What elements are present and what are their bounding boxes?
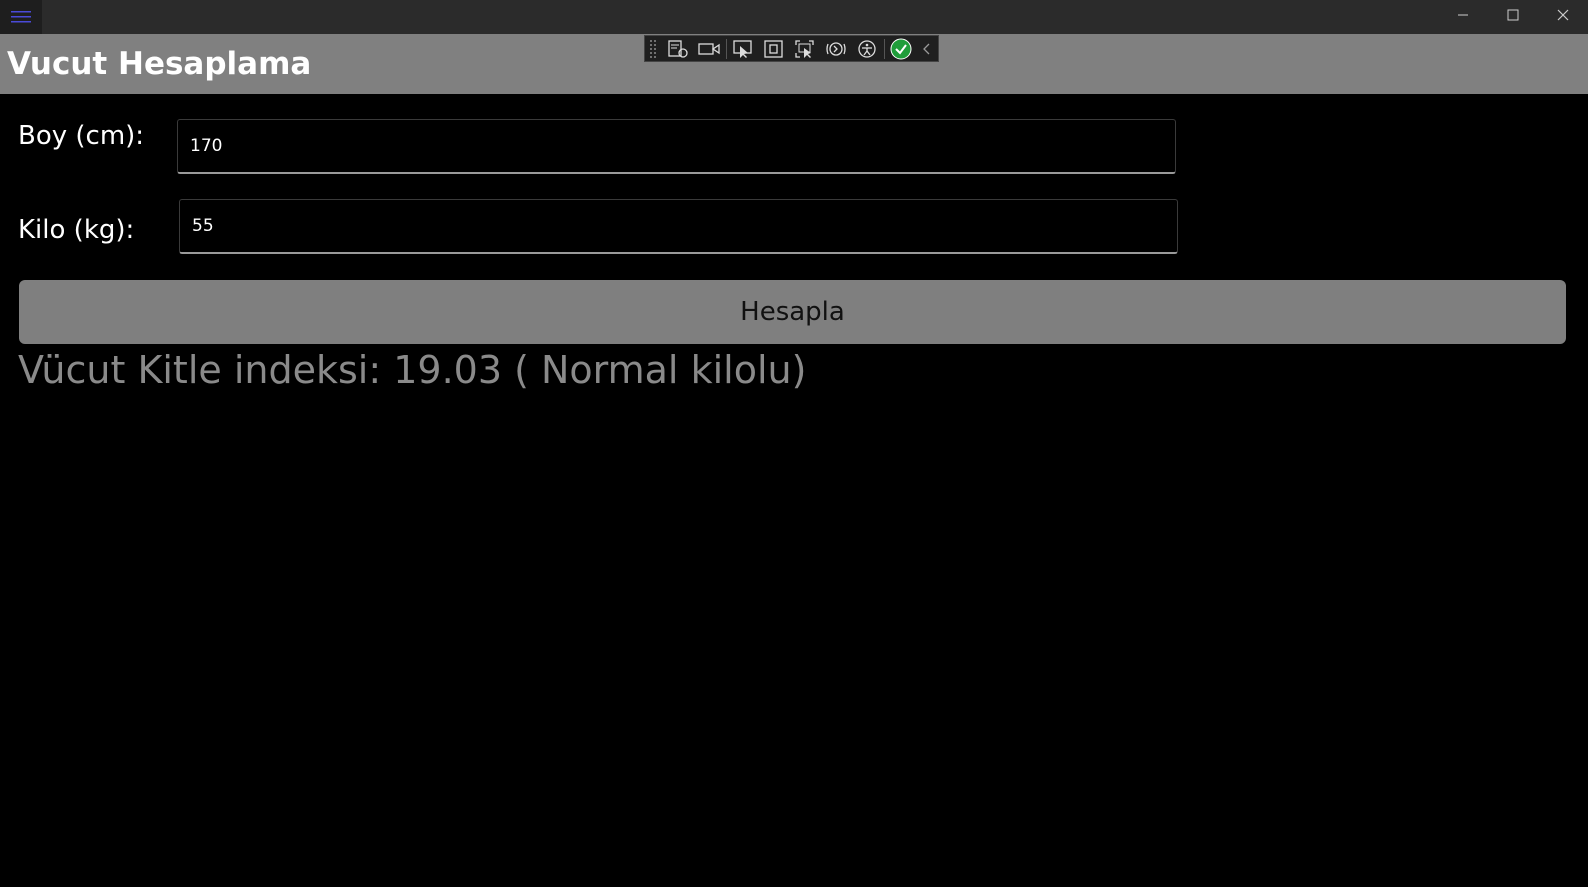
close-button[interactable]: [1538, 0, 1588, 30]
page-title: Vucut Hesaplama: [7, 46, 312, 82]
height-input[interactable]: [177, 119, 1176, 174]
calculate-button[interactable]: Hesapla: [19, 280, 1566, 344]
collapse-toolbar-button[interactable]: [917, 36, 938, 61]
weight-label: Kilo (kg):: [18, 215, 135, 245]
accessibility-icon: [858, 39, 876, 58]
weight-input[interactable]: [179, 199, 1178, 254]
select-element-button[interactable]: [728, 36, 759, 61]
live-visual-tree-button[interactable]: [663, 36, 694, 61]
toolbar-separator: [725, 38, 727, 59]
status-ok-button[interactable]: [886, 36, 917, 61]
window-controls: [1438, 0, 1588, 34]
toolbar-grip-handle[interactable]: [649, 38, 657, 59]
track-focus-icon: [795, 39, 814, 58]
maximize-button[interactable]: [1488, 0, 1538, 30]
select-element-icon: [733, 39, 752, 58]
hamburger-icon: [11, 11, 31, 23]
accessibility-button[interactable]: [852, 36, 883, 61]
display-layout-adorners-icon: [764, 39, 783, 58]
display-layout-adorners-button[interactable]: [759, 36, 790, 61]
live-visual-tree-icon: [668, 39, 688, 58]
collapse-toolbar-icon: [923, 43, 930, 54]
toolbar-separator: [883, 38, 885, 59]
minimize-icon: [1458, 14, 1468, 16]
minimize-button[interactable]: [1438, 0, 1488, 30]
height-label: Boy (cm):: [18, 121, 145, 151]
window-title-bar: [0, 0, 1588, 34]
hot-reload-button[interactable]: [821, 36, 852, 61]
close-icon: [1557, 9, 1569, 21]
hot-reload-icon: [826, 41, 846, 56]
hamburger-menu-button[interactable]: [0, 0, 42, 34]
status-ok-icon: [890, 38, 912, 59]
record-icon: [698, 42, 720, 55]
debug-toolbar: [644, 35, 939, 62]
maximize-icon: [1507, 9, 1519, 21]
bmi-result-text: Vücut Kitle indeksi: 19.03 ( Normal kilo…: [18, 348, 807, 392]
record-button[interactable]: [694, 36, 725, 61]
track-focus-button[interactable]: [790, 36, 821, 61]
